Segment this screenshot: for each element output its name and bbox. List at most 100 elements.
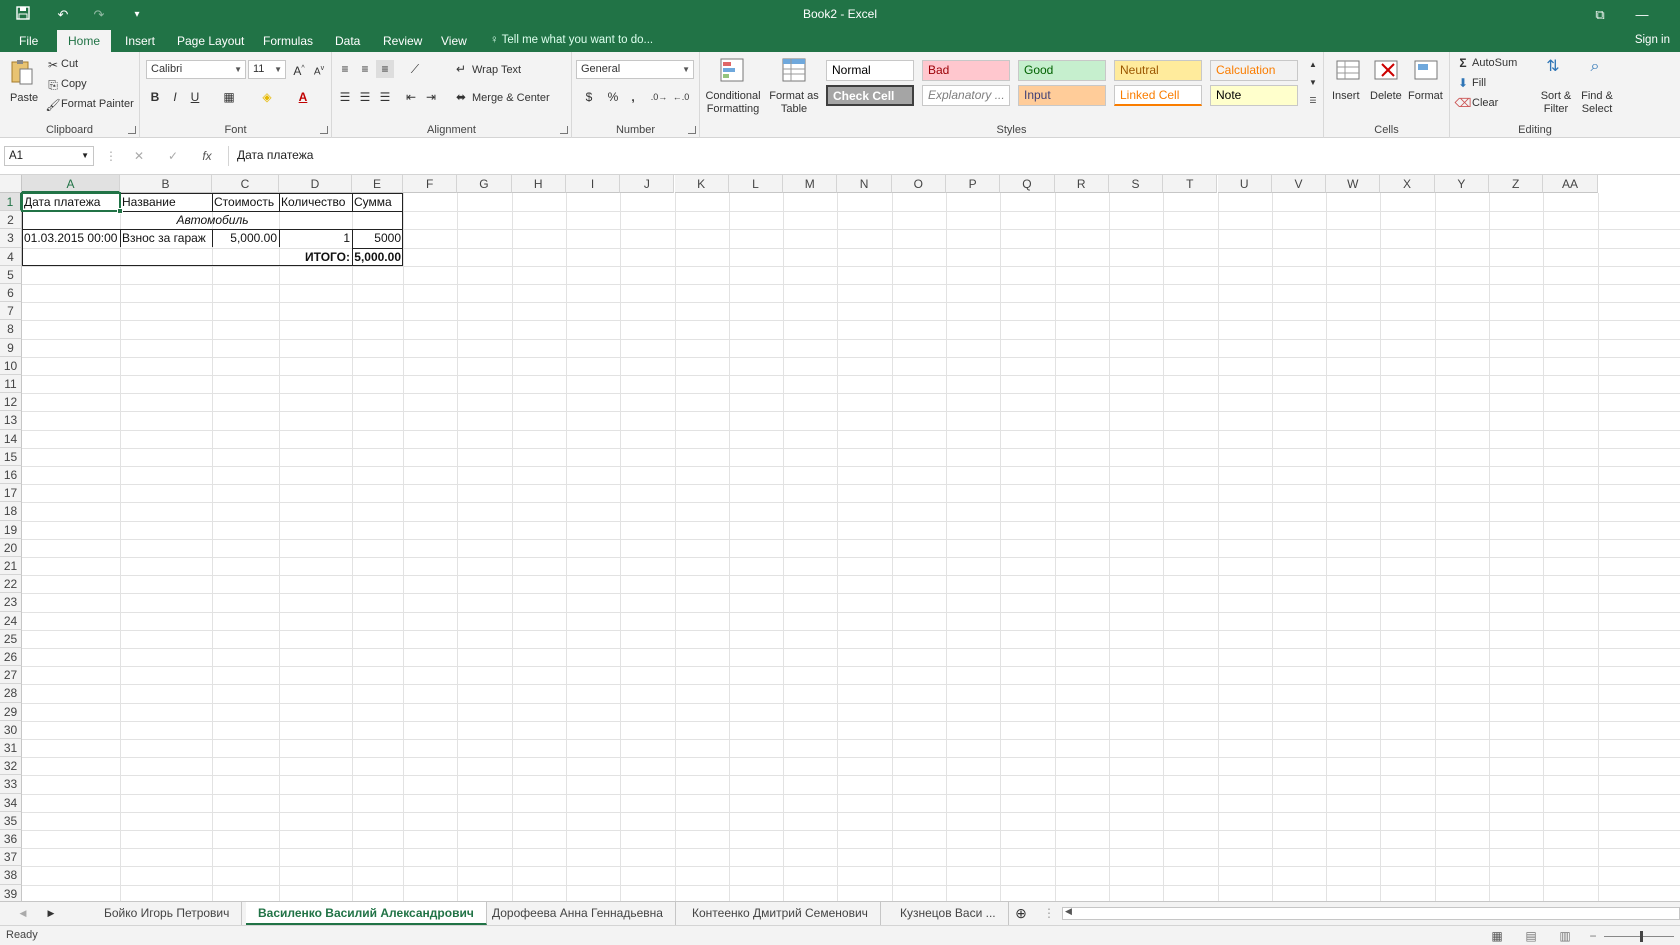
sheet-tab-kuznetsov[interactable]: Кузнецов Васи ... xyxy=(888,902,1009,925)
italic-button[interactable]: I xyxy=(166,88,184,106)
row-header-29[interactable]: 29 xyxy=(0,702,22,721)
column-header-z[interactable]: Z xyxy=(1489,175,1544,193)
row-header-23[interactable]: 23 xyxy=(0,593,22,612)
row-header-35[interactable]: 35 xyxy=(0,811,22,830)
row-header-6[interactable]: 6 xyxy=(0,284,22,303)
tell-me-box[interactable]: ♀ Tell me what you want to do... xyxy=(490,34,653,46)
row-header-31[interactable]: 31 xyxy=(0,739,22,758)
cell-a3[interactable]: 01.03.2015 00:00 xyxy=(22,229,120,247)
column-header-s[interactable]: S xyxy=(1108,175,1164,193)
row-header-32[interactable]: 32 xyxy=(0,757,22,776)
column-header-i[interactable]: I xyxy=(565,175,621,193)
gallery-more-icon[interactable]: ☰ xyxy=(1304,92,1322,110)
row-header-24[interactable]: 24 xyxy=(0,611,22,630)
tab-view[interactable]: View xyxy=(430,30,478,52)
next-sheet-icon[interactable]: ▶ xyxy=(42,904,60,922)
style-cell-calculation[interactable]: Calculation xyxy=(1210,60,1298,81)
style-cell-bad[interactable]: Bad xyxy=(922,60,1010,81)
column-header-aa[interactable]: AA xyxy=(1543,175,1598,193)
row-header-36[interactable]: 36 xyxy=(0,830,22,849)
formula-input[interactable]: Дата платежа xyxy=(228,146,1680,166)
column-header-d[interactable]: D xyxy=(279,175,352,193)
page-layout-view-icon[interactable]: ▤ xyxy=(1522,927,1540,945)
autosum-button[interactable]: AutoSum xyxy=(1472,57,1517,69)
prev-sheet-icon[interactable]: ◀ xyxy=(14,904,32,922)
grow-font-icon[interactable]: A^ xyxy=(290,60,308,78)
column-header-l[interactable]: L xyxy=(728,175,784,193)
add-sheet-icon[interactable]: ⊕ xyxy=(1012,904,1030,922)
tab-home[interactable]: Home xyxy=(57,30,112,52)
cell-d3[interactable]: 1 xyxy=(279,229,352,247)
insert-cells-button[interactable]: Insert xyxy=(1328,54,1366,120)
sheet-tab-konteenko[interactable]: Контеенко Дмитрий Семенович xyxy=(680,902,881,925)
decrease-decimal-icon[interactable]: ←.0 xyxy=(672,88,690,106)
paste-button[interactable]: Paste xyxy=(4,56,40,116)
style-cell-input[interactable]: Input xyxy=(1018,85,1106,106)
row-header-21[interactable]: 21 xyxy=(0,557,22,576)
row-header-25[interactable]: 25 xyxy=(0,629,22,648)
cell-e3[interactable]: 5000 xyxy=(352,229,403,247)
zoom-out-icon[interactable]: − xyxy=(1584,927,1602,945)
currency-button[interactable]: $ xyxy=(580,88,598,106)
sheet-tab-dorofeeva[interactable]: Дорофеева Анна Геннадьевна xyxy=(480,902,676,925)
column-header-v[interactable]: V xyxy=(1271,175,1327,193)
row-header-10[interactable]: 10 xyxy=(0,356,22,375)
column-header-u[interactable]: U xyxy=(1217,175,1272,193)
comma-button[interactable]: , xyxy=(624,88,642,106)
row-header-27[interactable]: 27 xyxy=(0,666,22,685)
clear-button[interactable]: Clear xyxy=(1472,97,1498,109)
row-header-19[interactable]: 19 xyxy=(0,520,22,539)
column-header-h[interactable]: H xyxy=(511,175,566,193)
delete-cells-button[interactable]: Delete xyxy=(1368,54,1406,120)
align-center-icon[interactable]: ☰ xyxy=(356,88,374,106)
borders-icon[interactable]: ▦ xyxy=(220,88,238,106)
column-header-k[interactable]: K xyxy=(674,175,729,193)
row-header-33[interactable]: 33 xyxy=(0,775,22,794)
cell-b1[interactable]: Название xyxy=(120,193,212,211)
fill-color-icon[interactable]: ◈ xyxy=(258,88,276,106)
alignment-launcher-icon[interactable] xyxy=(560,126,568,134)
column-header-x[interactable]: X xyxy=(1380,175,1435,193)
column-header-t[interactable]: T xyxy=(1163,175,1218,193)
tab-data[interactable]: Data xyxy=(324,30,371,52)
row-header-17[interactable]: 17 xyxy=(0,484,22,503)
row-header-8[interactable]: 8 xyxy=(0,320,22,339)
style-cell-linked-cell[interactable]: Linked Cell xyxy=(1114,85,1202,106)
merge-center-button[interactable]: Merge & Center xyxy=(472,92,550,104)
column-header-n[interactable]: N xyxy=(837,175,892,193)
cell-d1[interactable]: Количество xyxy=(279,193,352,211)
column-header-a[interactable]: A xyxy=(22,175,120,193)
zoom-slider[interactable] xyxy=(1604,936,1674,937)
row-header-16[interactable]: 16 xyxy=(0,466,22,485)
align-right-icon[interactable]: ☰ xyxy=(376,88,394,106)
tab-review[interactable]: Review xyxy=(372,30,433,52)
row-header-30[interactable]: 30 xyxy=(0,720,22,739)
column-header-j[interactable]: J xyxy=(620,175,675,193)
tab-file[interactable]: File xyxy=(8,30,49,52)
ribbon-display-icon[interactable]: ⧉ xyxy=(1580,4,1620,26)
cell-c1[interactable]: Стоимость xyxy=(212,193,279,211)
column-header-y[interactable]: Y xyxy=(1434,175,1489,193)
cell-d4[interactable]: ИТОГО: xyxy=(212,248,352,266)
decrease-indent-icon[interactable]: ⇤ xyxy=(402,88,420,106)
cell-a1[interactable]: Дата платежа xyxy=(22,193,120,211)
row-header-26[interactable]: 26 xyxy=(0,648,22,667)
tab-formulas[interactable]: Formulas xyxy=(252,30,324,52)
column-header-w[interactable]: W xyxy=(1326,175,1381,193)
column-header-g[interactable]: G xyxy=(457,175,512,193)
align-top-icon[interactable]: ≡ xyxy=(336,60,354,78)
minimize-icon[interactable]: — xyxy=(1622,4,1662,26)
column-header-m[interactable]: M xyxy=(783,175,838,193)
orientation-icon[interactable]: ⟋ xyxy=(406,60,424,78)
sign-in-link[interactable]: Sign in xyxy=(1635,34,1670,46)
bold-button[interactable]: B xyxy=(146,88,164,106)
cell-e1[interactable]: Сумма xyxy=(352,193,403,211)
row-header-12[interactable]: 12 xyxy=(0,393,22,412)
style-cell-neutral[interactable]: Neutral xyxy=(1114,60,1202,81)
row-header-22[interactable]: 22 xyxy=(0,575,22,594)
row-header-4[interactable]: 4 xyxy=(0,247,22,266)
cut-button[interactable]: Cut xyxy=(61,58,78,70)
style-cell-explanatory[interactable]: Explanatory ... xyxy=(922,85,1010,106)
insert-function-button[interactable]: fx xyxy=(198,147,216,165)
font-size-select[interactable]: 11 ▼ xyxy=(248,60,286,79)
